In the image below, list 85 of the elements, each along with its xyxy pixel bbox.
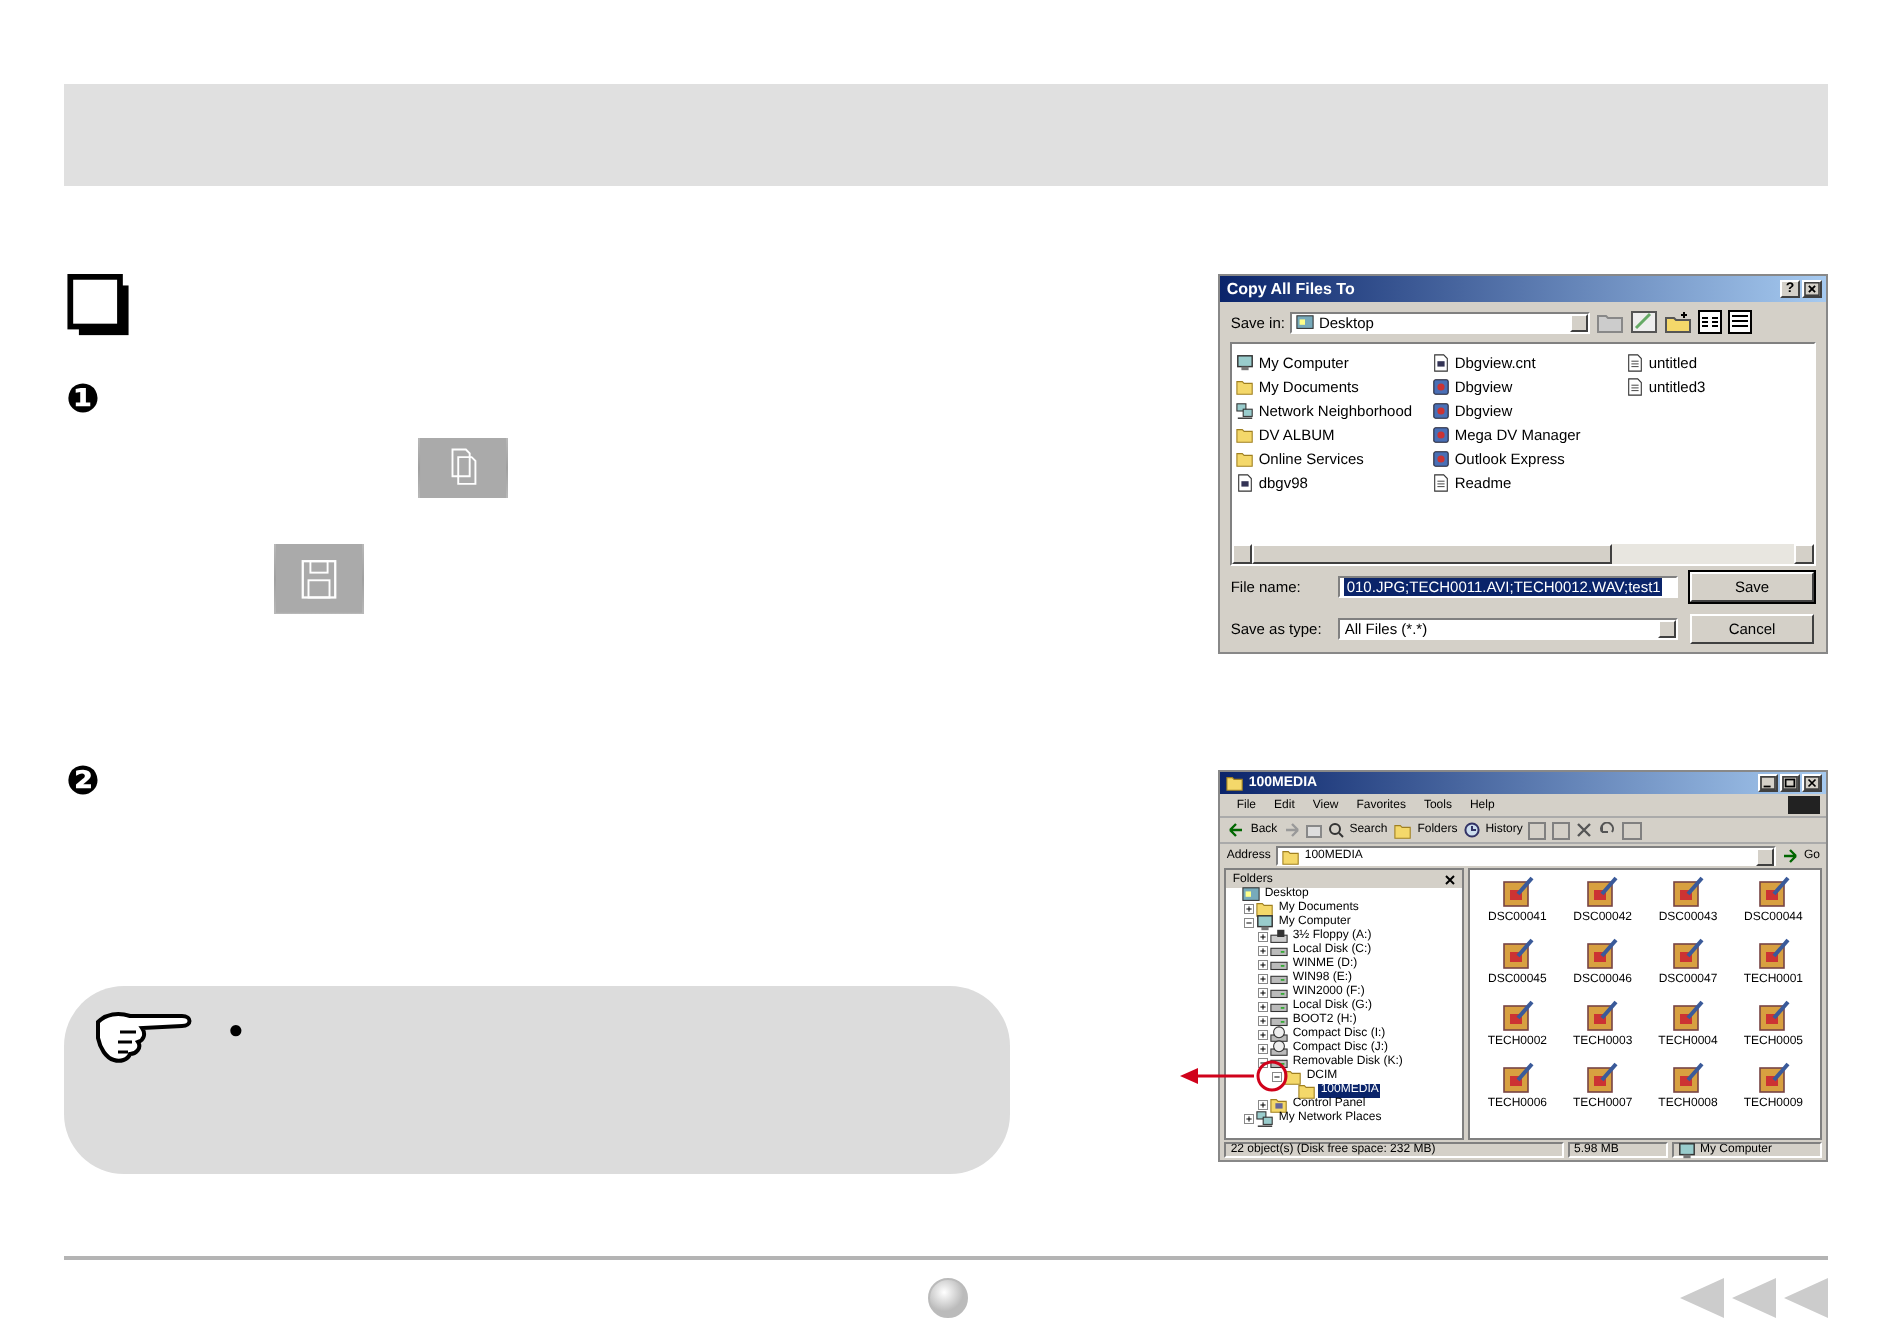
drive-icon [1270,1054,1289,1072]
floppy-drive-icon [1270,928,1289,946]
expand-icon[interactable] [1258,1016,1269,1026]
list-view-icon [1698,310,1723,334]
expand-icon[interactable] [1258,946,1269,956]
image-file-icon [1757,1000,1790,1032]
pointer-arrow [1180,1068,1255,1084]
square-icon [66,274,130,336]
document-icon [1432,473,1451,491]
step-number: ❷ [66,757,100,801]
drive-icon [1270,984,1289,1002]
network-icon [1256,1110,1275,1128]
expand-icon[interactable] [1258,988,1269,998]
image-file-icon [1501,1062,1534,1094]
expand-icon[interactable] [1258,1002,1269,1012]
expand-icon[interactable] [1258,974,1269,984]
details-view-icon [1728,310,1753,334]
highlight-circle [1257,1060,1289,1092]
expand-icon[interactable] [1244,904,1255,914]
application-icon [1432,449,1451,467]
image-file-icon [1672,876,1704,908]
image-file-icon [1586,938,1619,970]
desktop-icon [1242,886,1261,904]
expand-icon[interactable] [1258,1030,1269,1040]
file-icon [1432,353,1451,371]
network-icon [1236,401,1255,419]
application-icon [1432,401,1451,419]
image-file-icon [1757,938,1790,970]
folder-icon [1236,377,1255,395]
image-file-icon [1501,1000,1534,1032]
new-folder-icon [1664,310,1693,334]
undo-icon [1598,822,1617,838]
close-icon [1802,280,1822,298]
desktop-icon [1630,310,1659,334]
delete-icon [1576,822,1593,838]
image-file-icon [1501,938,1534,970]
drive-icon [1270,970,1289,988]
expand-icon[interactable] [1244,1114,1255,1124]
application-icon [1432,377,1451,395]
image-file-icon [1586,876,1619,908]
drive-icon [1270,942,1289,960]
expand-icon[interactable] [1258,960,1269,970]
image-file-icon [1672,1000,1704,1032]
copy-icon [418,437,508,499]
close-icon [1444,873,1457,885]
computer-icon [1236,353,1255,371]
image-file-icon [1672,1062,1704,1094]
folder-icon [1393,821,1412,839]
control-panel-icon [1270,1096,1289,1114]
back-arrow-icon [1228,822,1245,838]
expand-icon[interactable] [1258,1044,1269,1054]
forward-arrow-icon [1283,822,1300,838]
document-icon [1626,377,1645,395]
disc-icon [1270,1026,1289,1044]
collapse-icon[interactable] [1258,1058,1269,1068]
back-arrows-icon [1680,1278,1828,1318]
circle-icon [928,1278,968,1318]
expand-icon[interactable] [1258,1100,1269,1110]
step-number: ❶ [66,375,100,420]
history-icon [1463,822,1480,838]
folder-icon [1226,774,1245,792]
go-arrow-icon [1781,848,1798,864]
bullet: ● [228,1013,244,1045]
search-icon [1327,822,1344,838]
application-icon [1432,425,1451,443]
image-file-icon [1586,1000,1619,1032]
image-file-icon [1672,938,1704,970]
image-file-icon [1757,1062,1790,1094]
desktop-icon [1296,313,1315,331]
image-file-icon [1757,876,1790,908]
horizontal-scrollbar[interactable] [1232,544,1814,564]
computer-icon [1256,914,1275,932]
document-icon [1626,353,1645,371]
drive-icon [1270,1012,1289,1030]
drive-icon [1270,998,1289,1016]
file-icon [1236,473,1255,491]
drive-icon [1270,956,1289,974]
image-file-icon [1501,876,1534,908]
collapse-icon[interactable] [1272,1072,1283,1082]
dialog-title: Copy All Files To [1226,280,1357,298]
disc-icon [1270,1040,1289,1058]
expand-icon[interactable] [1258,932,1269,942]
collapse-icon[interactable] [1244,918,1255,928]
save-icon [274,544,364,613]
image-file-icon [1586,1062,1619,1094]
